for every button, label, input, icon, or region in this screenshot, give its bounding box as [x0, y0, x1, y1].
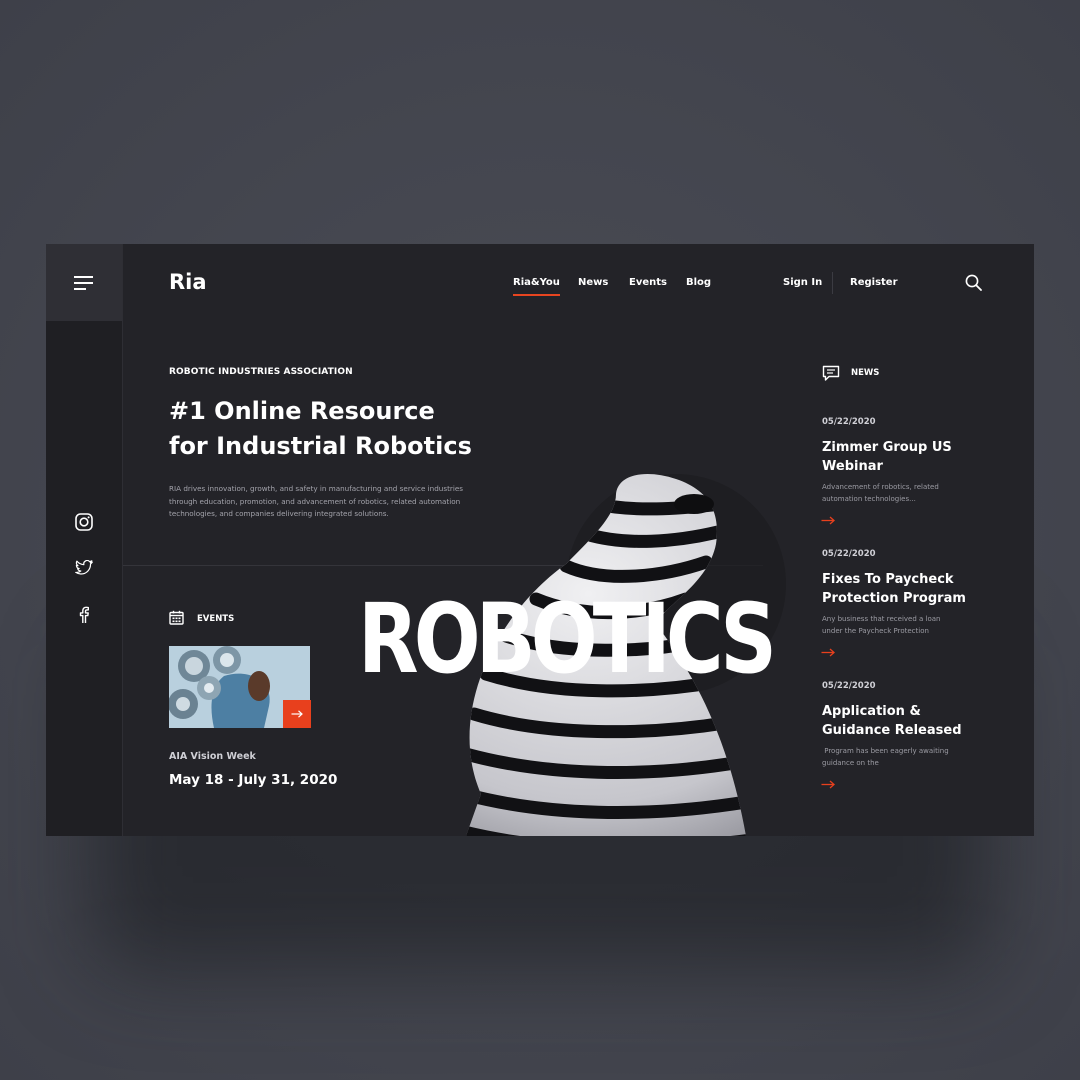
news-title[interactable]: Fixes To Paycheck Protection Program [822, 570, 967, 608]
event-name: AIA Vision Week [169, 751, 256, 762]
news-section-label: NEWS [851, 368, 880, 378]
menu-button[interactable] [46, 244, 122, 321]
twitter-link[interactable] [46, 560, 122, 576]
nav-item-news[interactable]: News [578, 277, 608, 288]
calendar-icon [169, 610, 184, 625]
news-date: 05/22/2020 [822, 549, 876, 559]
event-date: May 18 - July 31, 2020 [169, 772, 338, 788]
header-divider [832, 272, 833, 294]
instagram-link[interactable] [46, 513, 122, 531]
hamburger-menu-icon [74, 275, 93, 290]
page-title: #1 Online Resource for Industrial Roboti… [169, 394, 509, 464]
news-date: 05/22/2020 [822, 417, 876, 427]
news-title[interactable]: Application & Guidance Released [822, 702, 967, 740]
hero-title: ROBOTICS [358, 583, 777, 695]
arrow-right-icon[interactable] [821, 516, 835, 525]
instagram-icon [75, 513, 93, 531]
news-excerpt: Advancement of robotics, related automat… [822, 483, 939, 503]
sidebar [46, 244, 123, 836]
headline-line-1: #1 Online Resource [169, 397, 435, 425]
sign-in-link[interactable]: Sign In [783, 277, 822, 288]
nav-item-blog[interactable]: Blog [686, 277, 711, 288]
facebook-icon [79, 606, 89, 623]
twitter-icon [75, 560, 93, 575]
news-excerpt: Program has been eagerly awaiting guidan… [822, 747, 951, 767]
event-open-button[interactable] [283, 700, 311, 728]
brand-logo[interactable]: Ria [169, 270, 207, 294]
register-link[interactable]: Register [850, 277, 898, 288]
arrow-right-icon [291, 710, 303, 718]
nav-item-ria-and-you[interactable]: Ria&You [513, 277, 560, 296]
news-excerpt: Any business that received a loan under … [822, 615, 941, 635]
facebook-link[interactable] [46, 606, 122, 624]
headline-line-2: for Industrial Robotics [169, 432, 472, 460]
eyebrow-label: ROBOTIC INDUSTRIES ASSOCIATION [169, 367, 353, 377]
search-icon[interactable] [965, 274, 982, 291]
news-date: 05/22/2020 [822, 681, 876, 691]
header: Ria Ria&You News Events Blog Sign In Reg… [123, 244, 1034, 321]
news-title[interactable]: Zimmer Group US Webinar [822, 438, 967, 476]
nav-item-events[interactable]: Events [629, 277, 667, 288]
app-window: Ria Ria&You News Events Blog Sign In Reg… [46, 244, 1034, 836]
events-section-label: EVENTS [197, 614, 235, 624]
arrow-right-icon[interactable] [821, 780, 835, 789]
arrow-right-icon[interactable] [821, 648, 835, 657]
chat-message-icon [822, 365, 840, 381]
